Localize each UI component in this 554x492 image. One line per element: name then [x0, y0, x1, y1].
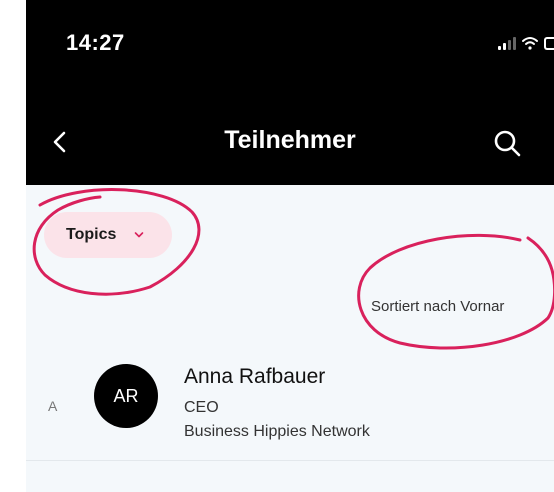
wifi-icon	[522, 37, 538, 50]
section-letter: A	[48, 398, 58, 414]
battery-icon	[544, 37, 554, 50]
signal-icon	[498, 37, 516, 50]
participant-name: Anna Rafbauer	[184, 365, 326, 388]
status-time: 14:27	[66, 30, 125, 55]
topics-filter-button[interactable]: Topics	[44, 212, 172, 258]
participant-company: Business Hippies Network	[184, 423, 370, 440]
avatar-initials: AR	[113, 385, 139, 406]
chevron-down-icon	[135, 232, 144, 238]
list-divider	[26, 460, 554, 461]
phone-screen: 14:27 Teilnehmer Topics Sortiert nach Vo…	[26, 0, 554, 492]
search-icon[interactable]	[492, 128, 522, 158]
status-icons	[498, 36, 554, 50]
topics-filter-label: Topics	[66, 226, 117, 243]
app-header: 14:27 Teilnehmer	[26, 0, 554, 185]
sort-order-label[interactable]: Sortiert nach Vornar	[371, 298, 504, 315]
participant-role: CEO	[184, 399, 219, 416]
avatar: AR	[94, 364, 158, 428]
page-title: Teilnehmer	[224, 126, 356, 154]
